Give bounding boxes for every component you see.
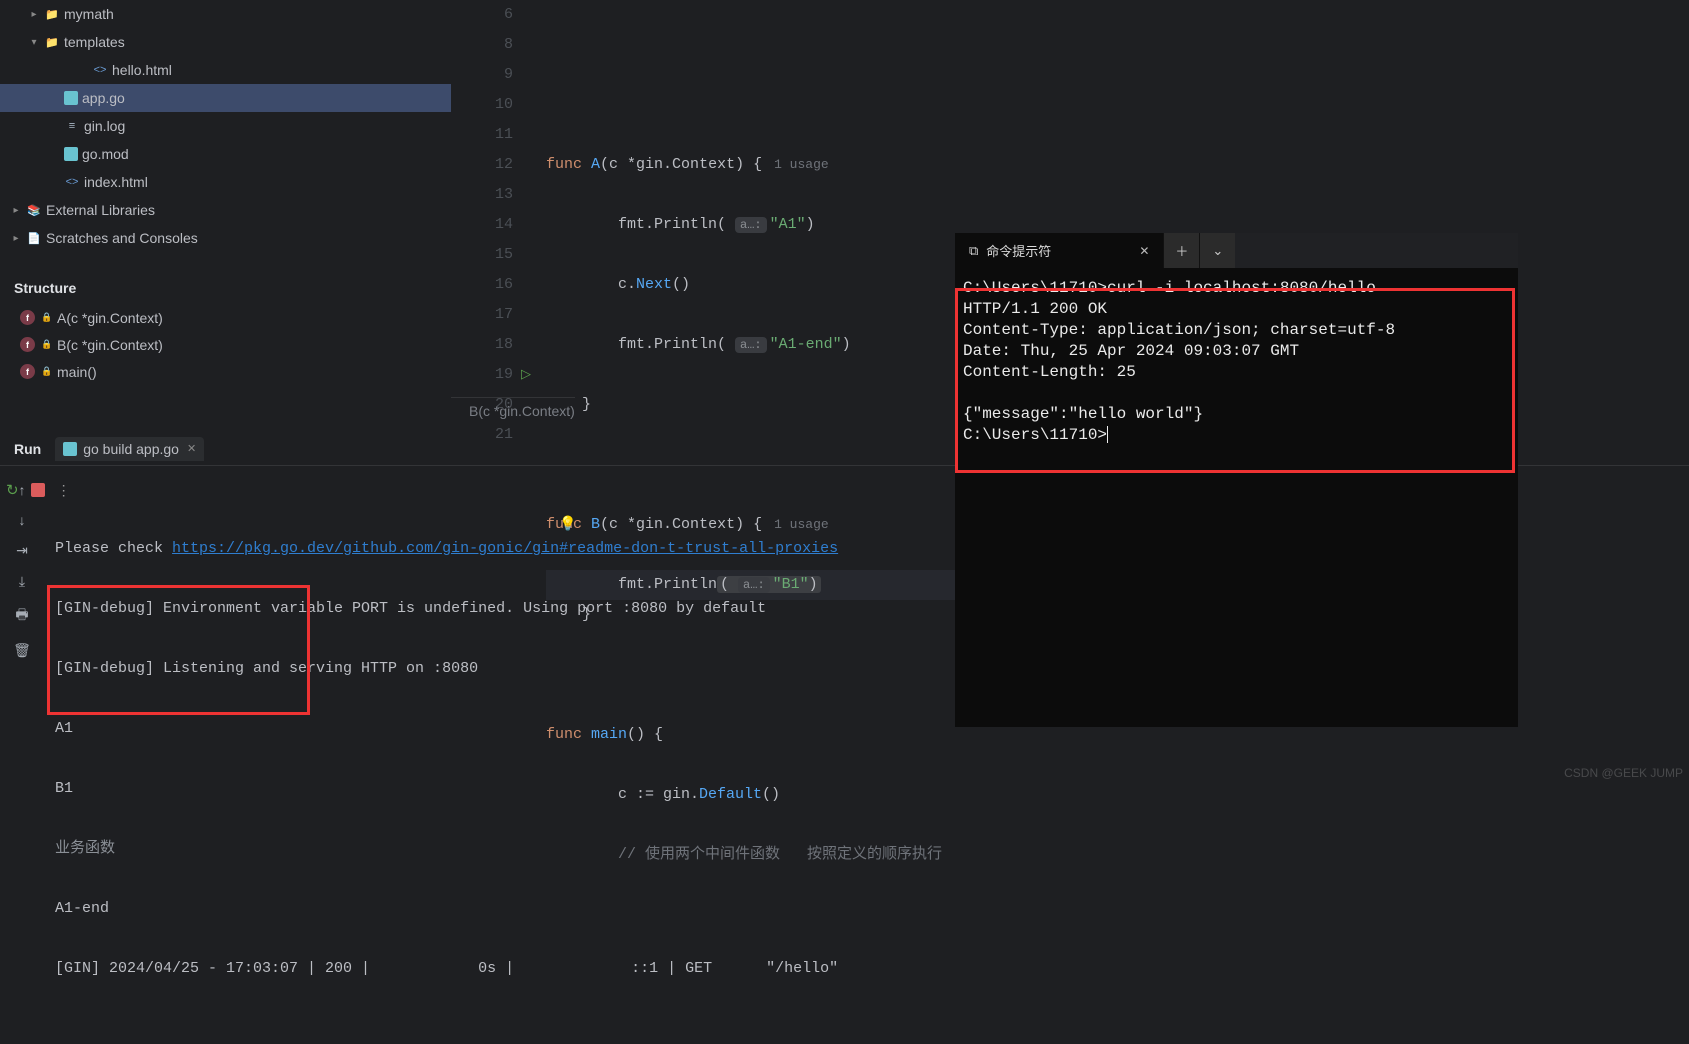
structure-label: main() xyxy=(57,364,97,380)
more-icon[interactable]: ⋮ xyxy=(57,482,71,499)
tree-label: app.go xyxy=(82,90,125,106)
run-tool-title: Run xyxy=(14,441,41,457)
scroll-end-icon[interactable]: ⤓ xyxy=(19,573,25,590)
structure-item[interactable]: f 🔒 main() xyxy=(0,358,451,385)
close-icon[interactable]: ✕ xyxy=(1139,244,1149,258)
tree-label: templates xyxy=(64,34,125,50)
structure-panel: Structure f 🔒 A(c *gin.Context) f 🔒 B(c *gin… xyxy=(0,272,451,385)
function-icon: f xyxy=(20,337,35,352)
go-icon xyxy=(64,91,78,105)
go-icon xyxy=(64,147,78,161)
annotation-box xyxy=(47,585,310,715)
project-tree[interactable]: ▸📁mymath ▾📁templates ·<>hello.html ·app.… xyxy=(0,0,451,275)
terminal-icon: ⧉ xyxy=(969,243,978,259)
print-icon[interactable]: 🖶 xyxy=(15,604,28,628)
close-icon[interactable]: ✕ xyxy=(187,442,196,455)
terminal-tabbar: ⧉ 命令提示符 ✕ ＋ ⌄ xyxy=(955,233,1518,268)
tree-file-app-go[interactable]: ·app.go xyxy=(0,84,451,112)
chevron-down-icon[interactable]: ⌄ xyxy=(1199,233,1235,268)
terminal-tab-label: 命令提示符 xyxy=(986,241,1051,260)
usage-hint: 1 usage xyxy=(774,157,829,172)
function-icon: f xyxy=(20,310,35,325)
param-hint: a…: xyxy=(735,217,767,233)
down-arrow-icon[interactable]: ↓ xyxy=(19,512,26,528)
structure-label: A(c *gin.Context) xyxy=(57,310,163,326)
tree-label: gin.log xyxy=(84,118,125,134)
up-arrow-icon[interactable]: ↑ xyxy=(19,482,26,498)
structure-title: Structure xyxy=(0,272,451,304)
terminal-window[interactable]: ⧉ 命令提示符 ✕ ＋ ⌄ C:\Users\11710>curl -i loc… xyxy=(955,233,1518,727)
function-icon: f xyxy=(20,364,35,379)
watermark: CSDN @GEEK JUMP xyxy=(1564,766,1683,780)
tree-label: Scratches and Consoles xyxy=(46,230,198,246)
new-tab-icon[interactable]: ＋ xyxy=(1163,233,1199,268)
wrap-icon[interactable]: ⇥ xyxy=(16,542,28,559)
tree-file-hello-html[interactable]: ·<>hello.html xyxy=(0,56,451,84)
go-icon xyxy=(63,442,77,456)
run-tab-label: go build app.go xyxy=(83,441,179,457)
lock-icon: 🔒 xyxy=(41,366,51,377)
param-hint: a…: xyxy=(735,337,767,353)
lock-icon: 🔒 xyxy=(41,312,51,323)
tree-external-libraries[interactable]: ▸📚External Libraries xyxy=(0,196,451,224)
trash-icon[interactable]: 🗑 xyxy=(13,642,31,659)
run-side-toolbar: ↑ ↓ ⇥ ⤓ 🖶 🗑 xyxy=(6,482,38,659)
structure-label: B(c *gin.Context) xyxy=(57,337,163,353)
tree-file-gin-log[interactable]: ·≡gin.log xyxy=(0,112,451,140)
tree-label: index.html xyxy=(84,174,148,190)
tree-label: go.mod xyxy=(82,146,129,162)
tree-folder-mymath[interactable]: ▸📁mymath xyxy=(0,0,451,28)
tree-label: mymath xyxy=(64,6,114,22)
console-link[interactable]: https://pkg.go.dev/github.com/gin-gonic/… xyxy=(172,540,838,557)
structure-item[interactable]: f 🔒 B(c *gin.Context) xyxy=(0,331,451,358)
line-gutter: 6 8 9 10 11 12 13 14 15 16 17 18 19 20 2… xyxy=(451,0,531,400)
lock-icon: 🔒 xyxy=(41,339,51,350)
annotation-box xyxy=(955,288,1515,473)
tree-file-index-html[interactable]: ·<>index.html xyxy=(0,168,451,196)
tree-label: External Libraries xyxy=(46,202,155,218)
run-tab[interactable]: go build app.go ✕ xyxy=(55,437,204,461)
tree-file-go-mod[interactable]: ·go.mod xyxy=(0,140,451,168)
tree-label: hello.html xyxy=(112,62,172,78)
breadcrumb[interactable]: B(c *gin.Context) xyxy=(451,397,575,423)
structure-item[interactable]: f 🔒 A(c *gin.Context) xyxy=(0,304,451,331)
tree-scratches[interactable]: ▸📄Scratches and Consoles xyxy=(0,224,451,252)
tree-folder-templates[interactable]: ▾📁templates xyxy=(0,28,451,56)
terminal-tab[interactable]: ⧉ 命令提示符 ✕ xyxy=(955,233,1163,268)
